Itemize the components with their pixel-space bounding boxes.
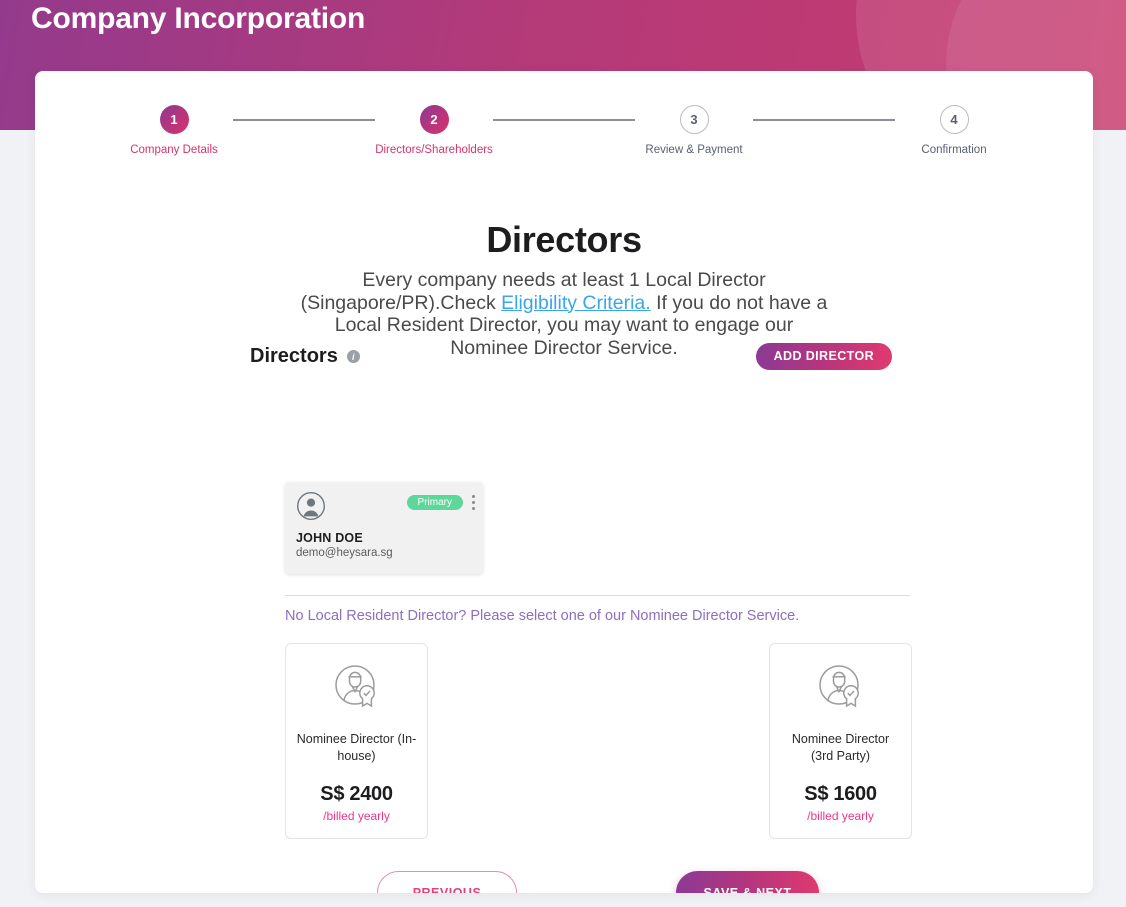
step-3-label: Review & Payment — [645, 144, 743, 156]
nominee-option-price: S$ 2400 — [320, 783, 393, 805]
main-heading: Directors — [486, 219, 642, 260]
step-4-number: 4 — [939, 105, 969, 134]
stepper-step-2[interactable]: 2 Directors/Shareholders — [375, 105, 493, 156]
step-3-number: 3 — [679, 105, 709, 134]
info-icon[interactable]: i — [346, 350, 360, 363]
nominee-option-billing: /billed yearly — [807, 809, 874, 823]
nominee-director-icon — [331, 661, 383, 718]
director-name: JOHN DOE — [296, 531, 363, 545]
stepper-connector-3 — [753, 119, 895, 121]
step-1-number: 1 — [159, 105, 189, 134]
directors-section-title: Directors — [250, 345, 338, 367]
stepper-connector-2 — [493, 119, 635, 121]
avatar-icon — [296, 491, 326, 521]
add-director-button[interactable]: ADD DIRECTOR — [755, 343, 892, 370]
eligibility-criteria-link[interactable]: Eligibility Criteria. — [501, 292, 651, 314]
stepper-step-4[interactable]: 4 Confirmation — [895, 105, 1013, 156]
progress-stepper: 1 Company Details 2 Directors/Shareholde… — [35, 105, 1093, 156]
nominee-director-icon — [815, 661, 867, 718]
nominee-option-card-in-house[interactable]: Nominee Director (In-house) S$ 2400 /bil… — [285, 643, 428, 839]
step-4-label: Confirmation — [921, 144, 987, 156]
directors-section-header: Directors i ADD DIRECTOR — [250, 343, 892, 370]
previous-button[interactable]: PREVIOUS — [377, 871, 517, 893]
nominee-option-label: Nominee Director (In-house) — [296, 732, 417, 763]
nominee-option-billing: /billed yearly — [323, 809, 390, 823]
nominee-option-price: S$ 1600 — [804, 783, 877, 805]
nominee-option-card-third-party[interactable]: Nominee Director (3rd Party) S$ 1600 /bi… — [769, 643, 912, 839]
nominee-prompt-text: No Local Resident Director? Please selec… — [285, 608, 800, 624]
stepper-step-3[interactable]: 3 Review & Payment — [635, 105, 753, 156]
kebab-menu-icon[interactable] — [472, 495, 475, 510]
director-card[interactable]: Primary JOHN DOE demo@heysara.sg — [285, 482, 483, 574]
director-card-header: Primary — [285, 482, 483, 521]
page-root: Company Incorporation 1 Company Details … — [0, 0, 1126, 907]
main-content-card: 1 Company Details 2 Directors/Shareholde… — [35, 71, 1093, 893]
stepper-step-1[interactable]: 1 Company Details — [115, 105, 233, 156]
directors-title-group: Directors i — [250, 345, 360, 368]
step-1-label: Company Details — [130, 144, 218, 156]
nominee-option-label: Nominee Director (3rd Party) — [791, 732, 890, 763]
stepper-connector-1 — [233, 119, 375, 121]
save-and-next-button[interactable]: SAVE & NEXT — [676, 871, 819, 893]
director-email: demo@heysara.sg — [296, 547, 393, 559]
step-2-label: Directors/Shareholders — [375, 144, 493, 156]
step-2-number: 2 — [419, 105, 449, 134]
section-divider — [285, 595, 910, 596]
page-title: Company Incorporation — [31, 2, 366, 35]
status-badge: Primary — [406, 495, 463, 510]
section-intro: Directors Every company needs at least 1… — [35, 219, 1093, 359]
